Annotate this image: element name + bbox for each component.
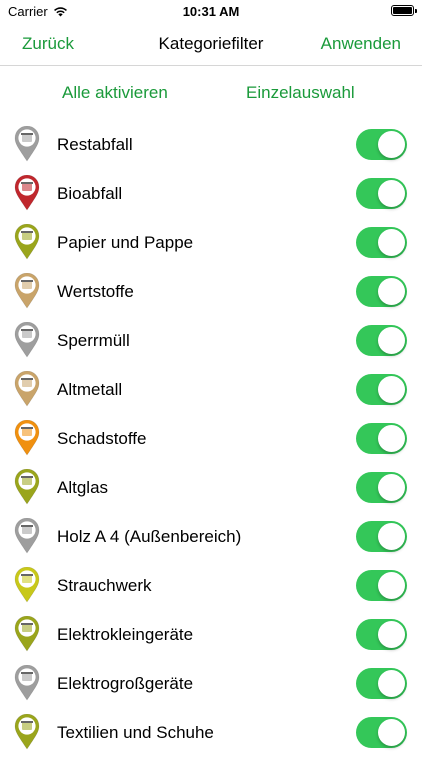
paper-container-icon: [14, 224, 40, 260]
category-toggle[interactable]: [356, 619, 407, 650]
back-button[interactable]: Zurück: [22, 34, 74, 54]
toggle-knob: [378, 719, 405, 746]
category-label: Altglas: [57, 478, 109, 497]
toggle-knob: [378, 278, 405, 305]
toggle-knob: [378, 621, 405, 648]
category-toggle[interactable]: [356, 178, 407, 209]
toggle-knob: [378, 572, 405, 599]
shrubs-leaves-icon: [14, 567, 40, 603]
category-toggle[interactable]: [356, 668, 407, 699]
recyclables-container-icon: [14, 273, 40, 309]
category-label: Elektrokleingeräte: [57, 625, 194, 644]
category-toggle[interactable]: [356, 374, 407, 405]
scrap-metal-container-icon: [14, 371, 40, 407]
category-row: Papier und Pappe: [0, 218, 422, 267]
toggle-knob: [378, 327, 405, 354]
toggle-knob: [378, 523, 405, 550]
toggle-knob: [378, 425, 405, 452]
category-row: Restabfall: [0, 120, 422, 169]
category-row: Schadstoffe: [0, 414, 422, 463]
category-label: Bioabfall: [57, 184, 123, 203]
category-label: Strauchwerk: [57, 576, 152, 595]
category-row: Elektrogroßgeräte: [0, 659, 422, 708]
toggle-knob: [378, 670, 405, 697]
enable-all-button[interactable]: Alle aktivieren: [62, 83, 168, 103]
status-bar: Carrier 10:31 AM: [0, 0, 422, 24]
category-label: Wertstoffe: [57, 282, 134, 301]
category-row: Strauchwerk: [0, 561, 422, 610]
filter-actions: Alle aktivieren Einzelauswahl: [0, 66, 422, 120]
category-row: Elektrokleingeräte: [0, 610, 422, 659]
category-toggle[interactable]: [356, 325, 407, 356]
wood-container-icon: [14, 518, 40, 554]
battery-icon: [391, 5, 417, 16]
apply-button[interactable]: Anwenden: [321, 34, 401, 54]
category-toggle[interactable]: [356, 570, 407, 601]
toggle-knob: [378, 376, 405, 403]
category-toggle[interactable]: [356, 423, 407, 454]
category-list: Restabfall Bioabfall Papier und Pappe Werts…: [0, 120, 422, 757]
category-row: Altglas: [0, 463, 422, 512]
category-toggle[interactable]: [356, 276, 407, 307]
small-electronics-container-icon: [14, 616, 40, 652]
category-toggle[interactable]: [356, 717, 407, 748]
category-toggle[interactable]: [356, 521, 407, 552]
bulky-waste-container-icon: [14, 322, 40, 358]
category-toggle[interactable]: [356, 227, 407, 258]
large-electronics-container-icon: [14, 665, 40, 701]
category-row: Sperrmüll: [0, 316, 422, 365]
single-select-button[interactable]: Einzelauswahl: [246, 83, 355, 103]
category-label: Schadstoffe: [57, 429, 147, 448]
category-label: Elektrogroßgeräte: [57, 674, 194, 693]
glass-container-icon: [14, 469, 40, 505]
category-row: Wertstoffe: [0, 267, 422, 316]
category-row: Bioabfall: [0, 169, 422, 218]
textiles-container-icon: [14, 714, 40, 750]
category-label: Papier und Pappe: [57, 233, 194, 252]
toggle-knob: [378, 229, 405, 256]
category-label: Restabfall: [57, 135, 133, 154]
category-toggle[interactable]: [356, 129, 407, 160]
organic-waste-icon: [14, 175, 40, 211]
toggle-knob: [378, 131, 405, 158]
category-toggle[interactable]: [356, 472, 407, 503]
toggle-knob: [378, 474, 405, 501]
residual-waste-container-icon: [14, 126, 40, 162]
category-row: Altmetall: [0, 365, 422, 414]
hazardous-waste-icon: [14, 420, 40, 456]
navigation-bar: Zurück Kategoriefilter Anwenden: [0, 24, 422, 66]
category-label: Sperrmüll: [57, 331, 130, 350]
category-label: Holz A 4 (Außenbereich): [57, 527, 242, 546]
category-row: Holz A 4 (Außenbereich): [0, 512, 422, 561]
category-label: Textilien und Schuhe: [57, 723, 214, 742]
category-label: Altmetall: [57, 380, 123, 399]
toggle-knob: [378, 180, 405, 207]
clock: 10:31 AM: [182, 4, 240, 19]
